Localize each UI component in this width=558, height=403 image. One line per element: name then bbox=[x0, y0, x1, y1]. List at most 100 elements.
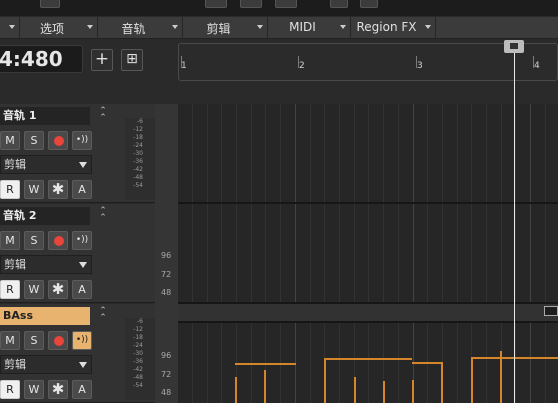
input-echo-icon: •)) bbox=[75, 135, 89, 145]
ruler-label: 1 bbox=[181, 61, 187, 71]
menu-region-fx[interactable]: Region FX bbox=[352, 17, 436, 38]
input-echo-button[interactable]: •)) bbox=[72, 131, 92, 150]
add-track-button[interactable]: + bbox=[91, 49, 113, 71]
grid-line bbox=[457, 104, 458, 403]
read-automation-button[interactable]: R bbox=[0, 380, 20, 399]
track-control-bar: 4:480 + ⊞ bbox=[0, 40, 178, 104]
solo-button[interactable]: S bbox=[24, 131, 44, 150]
record-arm-button[interactable] bbox=[48, 131, 68, 150]
solo-button[interactable]: S bbox=[24, 331, 44, 350]
menu-label: Region FX bbox=[356, 20, 417, 34]
add-folder-icon: ⊞ bbox=[126, 51, 138, 67]
clip-mode-select[interactable]: 剪辑 bbox=[0, 255, 92, 274]
timeline-ruler[interactable]: 1 2 3 4 bbox=[178, 43, 558, 81]
meter-label: -54 bbox=[133, 382, 143, 389]
bar-line bbox=[295, 104, 296, 403]
input-echo-icon: •)) bbox=[75, 235, 89, 245]
collapse-icon[interactable]: ⌃ ⌃ bbox=[97, 107, 109, 123]
bar-line bbox=[413, 104, 414, 403]
menu-clip[interactable]: 剪辑 bbox=[184, 17, 268, 38]
menu-track[interactable]: 音轨 bbox=[99, 17, 183, 38]
record-icon bbox=[54, 336, 64, 346]
grid-line bbox=[192, 104, 193, 403]
record-icon bbox=[54, 136, 64, 146]
automation-button[interactable]: A bbox=[72, 180, 92, 199]
input-echo-button[interactable]: •)) bbox=[72, 231, 92, 250]
input-echo-icon: •)) bbox=[75, 335, 89, 345]
write-automation-button[interactable]: W bbox=[24, 280, 44, 299]
meter-label: -12 bbox=[133, 126, 143, 133]
fx-button[interactable]: ✱ bbox=[48, 180, 68, 199]
piano-roll-label: 48 bbox=[161, 288, 172, 297]
meter-label: -54 bbox=[133, 182, 143, 189]
track-name[interactable]: BAss bbox=[0, 307, 90, 325]
write-automation-button[interactable]: W bbox=[24, 380, 44, 399]
meter-label: -30 bbox=[133, 150, 143, 157]
midi-note[interactable] bbox=[235, 363, 296, 365]
menu-midi[interactable]: MIDI bbox=[269, 17, 351, 38]
automation-button[interactable]: A bbox=[72, 280, 92, 299]
toolbar-button[interactable] bbox=[275, 0, 297, 8]
automation-button[interactable]: A bbox=[72, 380, 92, 399]
meter-label: -48 bbox=[133, 174, 143, 181]
level-meter: -6 -12 -18 -24 -30 -36 -42 -48 -54 bbox=[125, 118, 155, 200]
midi-note-velocity bbox=[264, 370, 266, 403]
write-automation-button[interactable]: W bbox=[24, 180, 44, 199]
bass-clip-header[interactable] bbox=[178, 304, 558, 321]
menu-options[interactable]: 选项 bbox=[21, 17, 98, 38]
add-folder-button[interactable]: ⊞ bbox=[121, 49, 143, 71]
record-icon bbox=[54, 236, 64, 246]
meter-label: -42 bbox=[133, 166, 143, 173]
mute-button[interactable]: M bbox=[0, 231, 20, 250]
toolbar-button[interactable] bbox=[360, 0, 378, 8]
midi-note-velocity bbox=[235, 377, 237, 403]
toolbar-button[interactable] bbox=[240, 0, 262, 8]
grid-line bbox=[207, 104, 208, 403]
track-name[interactable]: 音轨 2 bbox=[0, 207, 90, 225]
meter-label: -42 bbox=[133, 366, 143, 373]
collapse-icon[interactable]: ⌃ ⌃ bbox=[97, 307, 109, 323]
track-header[interactable]: 音轨 1 ⌃ ⌃ M S •)) 剪辑 R W ✱ A -6 -12 -18 -2… bbox=[0, 104, 155, 203]
meter-label: -18 bbox=[133, 134, 143, 141]
grid-line bbox=[310, 104, 311, 403]
track-header[interactable]: 音轨 2 ⌃ ⌃ M S •)) 剪辑 R W ✱ A bbox=[0, 204, 155, 303]
midi-note-velocity bbox=[354, 377, 356, 403]
fx-button[interactable]: ✱ bbox=[48, 380, 68, 399]
grid-line bbox=[236, 104, 237, 403]
clip-mode-label: 剪辑 bbox=[4, 158, 26, 171]
track-lanes[interactable] bbox=[178, 104, 558, 403]
chevron-down-icon bbox=[79, 162, 87, 168]
chevron-down-icon bbox=[9, 25, 15, 29]
meter-label: -24 bbox=[133, 342, 143, 349]
midi-note-velocity bbox=[412, 380, 414, 403]
toolbar-button[interactable] bbox=[40, 0, 60, 8]
input-echo-button[interactable]: •)) bbox=[72, 331, 92, 350]
toolbar-button[interactable] bbox=[205, 0, 227, 8]
playhead-handle[interactable] bbox=[504, 40, 524, 53]
grid-line bbox=[251, 104, 252, 403]
playhead-line bbox=[514, 53, 515, 403]
time-display[interactable]: 4:480 bbox=[0, 45, 83, 73]
read-automation-button[interactable]: R bbox=[0, 180, 20, 199]
track-header[interactable]: BAss ⌃ ⌃ M S •)) 剪辑 R W ✱ A -6 -12 -18 -2… bbox=[0, 304, 155, 403]
mute-button[interactable]: M bbox=[0, 331, 20, 350]
level-meter: -6 -12 -18 -24 -30 -36 -42 -48 -54 bbox=[125, 318, 155, 400]
clip-mode-label: 剪辑 bbox=[4, 258, 26, 271]
mute-button[interactable]: M bbox=[0, 131, 20, 150]
clip-mode-select[interactable]: 剪辑 bbox=[0, 155, 92, 174]
record-arm-button[interactable] bbox=[48, 331, 68, 350]
clip-mode-select[interactable]: 剪辑 bbox=[0, 355, 92, 374]
record-arm-button[interactable] bbox=[48, 231, 68, 250]
midi-note[interactable] bbox=[412, 362, 442, 364]
midi-note[interactable] bbox=[324, 358, 412, 360]
fx-button[interactable]: ✱ bbox=[48, 280, 68, 299]
clip-options-icon[interactable] bbox=[544, 306, 558, 316]
track-name[interactable]: 音轨 1 bbox=[0, 107, 90, 125]
solo-button[interactable]: S bbox=[24, 231, 44, 250]
chevron-down-icon bbox=[257, 25, 263, 29]
toolbar-button[interactable] bbox=[330, 0, 348, 8]
collapse-icon[interactable]: ⌃ ⌃ bbox=[97, 207, 109, 223]
read-automation-button[interactable]: R bbox=[0, 280, 20, 299]
chevron-down-icon bbox=[425, 25, 431, 29]
menu-partial[interactable] bbox=[0, 17, 20, 38]
